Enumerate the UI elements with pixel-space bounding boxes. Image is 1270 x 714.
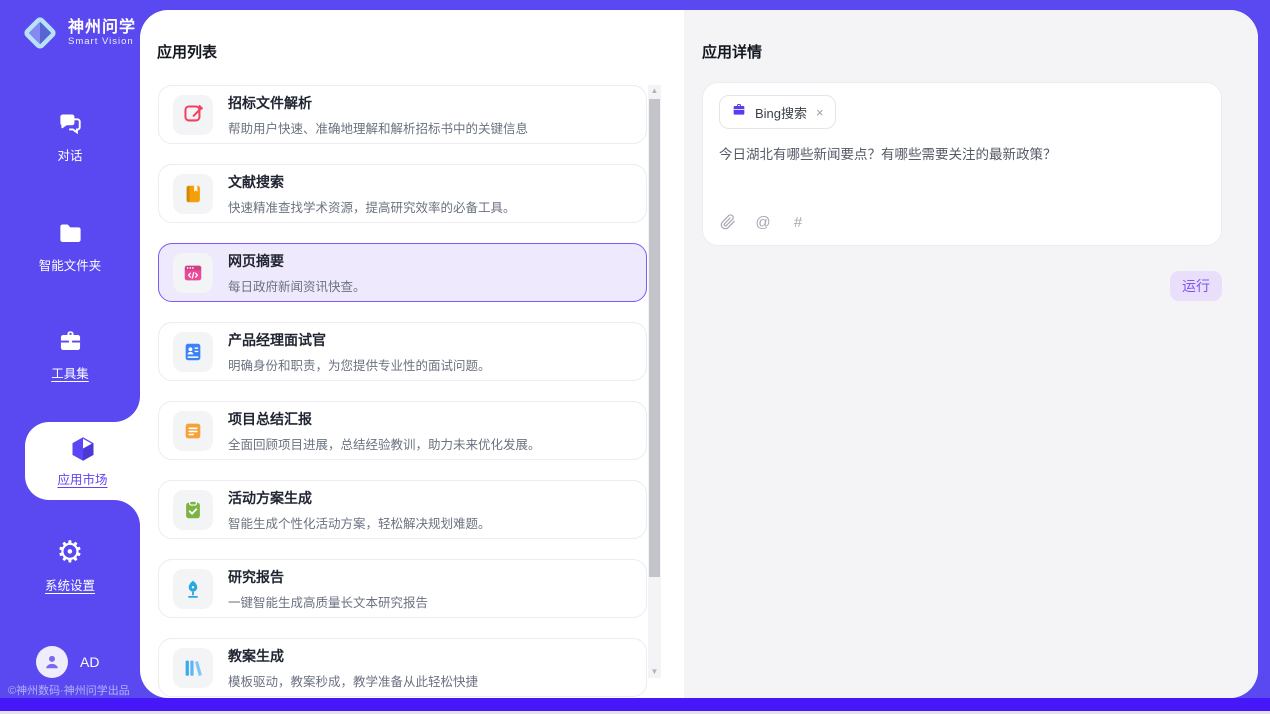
app-list-item[interactable]: 文献搜索快速精准查找学术资源，提高研究效率的必备工具。: [158, 164, 647, 223]
brand-logo: 神州问学 Smart Vision: [20, 13, 136, 53]
book-icon: [173, 174, 213, 214]
app-list-item[interactable]: 网页摘要每日政府新闻资讯快查。: [158, 243, 647, 302]
sidebar-footer: ©神州数码·神州问学出品: [8, 682, 138, 698]
tag-close-icon[interactable]: ×: [816, 105, 824, 120]
app-item-desc: 明确身份和职责，为您提供专业性的面试问题。: [228, 355, 491, 374]
app-list-scrollbar[interactable]: ▲ ▼: [648, 85, 661, 678]
app-item-title: 教案生成: [228, 646, 478, 666]
sidebar-item-label: 应用市场: [57, 469, 107, 488]
diamond-logo-icon: [20, 13, 60, 53]
main-container: 应用列表 招标文件解析帮助用户快速、准确地理解和解析招标书中的关键信息文献搜索快…: [140, 10, 1258, 698]
brand-title: 神州问学: [68, 19, 136, 37]
app-list-item[interactable]: 招标文件解析帮助用户快速、准确地理解和解析招标书中的关键信息: [158, 85, 647, 144]
note-icon: [173, 411, 213, 451]
app-item-desc: 模板驱动，教案秒成，教学准备从此轻松快捷: [228, 671, 478, 690]
app-list-item[interactable]: 活动方案生成智能生成个性化活动方案，轻松解决规划难题。: [158, 480, 647, 539]
app-item-desc: 帮助用户快速、准确地理解和解析招标书中的关键信息: [228, 118, 528, 137]
avatar[interactable]: [36, 646, 68, 678]
app-item-title: 招标文件解析: [228, 93, 528, 113]
cube-icon: [68, 434, 98, 464]
hash-icon[interactable]: #: [789, 213, 807, 231]
edit-doc-icon: [173, 95, 213, 135]
page: 神州问学 Smart Vision 对话智能文件夹工具集应用市场 ⚙ 系统设置 AD…: [0, 0, 1270, 714]
app-detail-title: 应用详情: [702, 41, 762, 62]
tool-tag-label: Bing搜索: [755, 103, 807, 122]
sidebar-item-settings[interactable]: ⚙ 系统设置: [0, 538, 140, 594]
tool-tag-bing-search[interactable]: Bing搜索 ×: [719, 95, 836, 129]
app-item-title: 项目总结汇报: [228, 409, 541, 429]
sidebar-item-smart-folder[interactable]: 智能文件夹: [0, 218, 140, 274]
clipboard-icon: [173, 490, 213, 530]
mention-icon[interactable]: @: [754, 213, 772, 231]
tab-curve-bottom: [114, 500, 140, 526]
scrollbar-up-icon[interactable]: ▲: [648, 85, 661, 97]
app-detail-panel: 应用详情 Bing搜索 × 今日湖北有哪些新闻要点？有哪些需要关注的最新政策？ …: [684, 10, 1258, 698]
bottom-accent-bar: [0, 698, 1270, 711]
gear-icon: ⚙: [55, 538, 85, 568]
sidebar-item-toolset[interactable]: 工具集: [0, 326, 140, 382]
user-name: AD: [80, 654, 99, 670]
user-row[interactable]: AD: [36, 646, 99, 678]
app-item-title: 文献搜索: [228, 172, 516, 192]
app-list: 招标文件解析帮助用户快速、准确地理解和解析招标书中的关键信息文献搜索快速精准查找…: [158, 85, 647, 698]
folder-icon: [55, 218, 85, 248]
app-item-title: 网页摘要: [228, 251, 366, 271]
sidebar-item-chat[interactable]: 对话: [0, 108, 140, 164]
chat-icon: [55, 108, 85, 138]
resume-icon: [173, 332, 213, 372]
sidebar: 神州问学 Smart Vision 对话智能文件夹工具集应用市场 ⚙ 系统设置 AD…: [0, 0, 140, 714]
tab-curve-top: [114, 396, 140, 422]
app-detail-card: Bing搜索 × 今日湖北有哪些新闻要点？有哪些需要关注的最新政策？ @#: [702, 82, 1222, 246]
app-list-item[interactable]: 项目总结汇报全面回顾项目进展，总结经验教训，助力未来优化发展。: [158, 401, 647, 460]
books-icon: [173, 648, 213, 688]
app-list-item[interactable]: 研究报告一键智能生成高质量长文本研究报告: [158, 559, 647, 618]
run-button[interactable]: 运行: [1170, 271, 1222, 301]
app-item-title: 产品经理面试官: [228, 330, 491, 350]
sidebar-item-label: 工具集: [51, 363, 89, 382]
app-item-desc: 一键智能生成高质量长文本研究报告: [228, 592, 428, 611]
toolbox-icon: [55, 326, 85, 356]
sidebar-item-app-market[interactable]: 应用市场: [25, 422, 140, 500]
app-list-item[interactable]: 教案生成模板驱动，教案秒成，教学准备从此轻松快捷: [158, 638, 647, 697]
app-item-desc: 智能生成个性化活动方案，轻松解决规划难题。: [228, 513, 491, 532]
pen-icon: [173, 569, 213, 609]
app-item-desc: 快速精准查找学术资源，提高研究效率的必备工具。: [228, 197, 516, 216]
sidebar-item-label: 系统设置: [45, 575, 95, 594]
sidebar-item-label: 智能文件夹: [39, 255, 102, 274]
app-list-item[interactable]: 产品经理面试官明确身份和职责，为您提供专业性的面试问题。: [158, 322, 647, 381]
brand-subtitle: Smart Vision: [68, 36, 136, 47]
briefcase-icon: [731, 102, 747, 123]
query-input[interactable]: 今日湖北有哪些新闻要点？有哪些需要关注的最新政策？: [719, 145, 1199, 165]
sidebar-item-label: 对话: [57, 145, 82, 164]
browser-icon: [173, 253, 213, 293]
app-item-desc: 每日政府新闻资讯快查。: [228, 276, 366, 295]
scrollbar-down-icon[interactable]: ▼: [648, 666, 661, 678]
app-list-title: 应用列表: [157, 41, 217, 62]
scrollbar-thumb[interactable]: [649, 99, 660, 577]
app-item-desc: 全面回顾项目进展，总结经验教训，助力未来优化发展。: [228, 434, 541, 453]
card-toolbar: @#: [719, 213, 807, 231]
attachment-icon[interactable]: [719, 213, 737, 231]
app-item-title: 研究报告: [228, 567, 428, 587]
app-item-title: 活动方案生成: [228, 488, 491, 508]
